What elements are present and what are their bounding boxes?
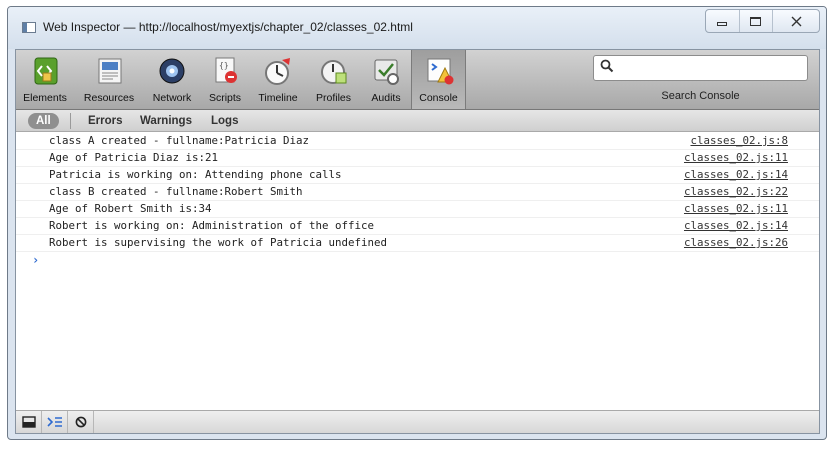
- console-icon: [427, 58, 453, 85]
- status-bar: [16, 410, 819, 433]
- tool-audits[interactable]: Audits: [361, 50, 411, 109]
- console-message: Robert is working on: Administration of …: [16, 218, 819, 235]
- tool-profiles[interactable]: Profiles: [306, 50, 361, 109]
- profiles-icon: [320, 60, 346, 84]
- web-inspector-window: Web Inspector — http://localhost/myextjs…: [7, 6, 827, 440]
- console-message: class A created - fullname:Patricia Diaz…: [16, 133, 819, 150]
- tool-label: Audits: [371, 92, 401, 104]
- search-input[interactable]: [593, 55, 808, 81]
- scope-warnings[interactable]: Warnings: [140, 113, 192, 129]
- tool-label: Profiles: [315, 92, 351, 104]
- console-toggle-button[interactable]: [42, 411, 68, 433]
- search-icon: [600, 59, 614, 73]
- dock-icon: [21, 416, 36, 428]
- console-output[interactable]: class A created - fullname:Patricia Diaz…: [16, 133, 819, 410]
- scope-errors[interactable]: Errors: [88, 113, 123, 129]
- tool-resources[interactable]: Resources: [74, 50, 144, 109]
- tool-label: Timeline: [258, 92, 298, 104]
- window-app-icon: [22, 22, 36, 33]
- resources-icon: [98, 58, 122, 84]
- dock-button[interactable]: [16, 411, 42, 433]
- search-label: Search Console: [661, 90, 740, 102]
- console-toggle-icon: [46, 417, 62, 427]
- message-text: Age of Robert Smith is:34: [49, 202, 212, 215]
- console-message: Robert is supervising the work of Patric…: [16, 235, 819, 252]
- clear-console-button[interactable]: [68, 411, 94, 433]
- console-prompt[interactable]: ›: [32, 253, 39, 267]
- message-text: Patricia is working on: Attending phone …: [49, 168, 342, 181]
- close-button[interactable]: [773, 10, 819, 32]
- source-link[interactable]: classes_02.js:11: [684, 201, 788, 217]
- tool-label: Resources: [83, 92, 135, 104]
- minimize-icon: [717, 21, 728, 26]
- source-link[interactable]: classes_02.js:11: [684, 150, 788, 166]
- tool-scripts[interactable]: {} Scripts: [200, 50, 250, 109]
- inspector-client: Elements Resources Network {} Scripts Ti…: [15, 49, 820, 434]
- source-link[interactable]: classes_02.js:26: [684, 235, 788, 251]
- tool-label: Network: [152, 92, 192, 104]
- source-link[interactable]: classes_02.js:8: [690, 133, 788, 149]
- maximize-icon: [750, 16, 762, 26]
- tool-label: Console: [419, 92, 458, 104]
- minimize-button[interactable]: [706, 10, 740, 32]
- scope-all[interactable]: All: [28, 113, 59, 129]
- console-message: class B created - fullname:Robert Smith …: [16, 184, 819, 201]
- source-link[interactable]: classes_02.js:14: [684, 218, 788, 234]
- message-text: Robert is working on: Administration of …: [49, 219, 375, 232]
- tool-timeline[interactable]: Timeline: [250, 50, 306, 109]
- console-message: Patricia is working on: Attending phone …: [16, 167, 819, 184]
- network-icon: [159, 58, 185, 84]
- svg-text:{}: {}: [219, 61, 229, 70]
- message-text: class B created - fullname:Robert Smith: [49, 185, 303, 198]
- elements-icon: [34, 57, 58, 85]
- message-text: Age of Patricia Diaz is:21: [49, 151, 219, 164]
- close-icon: [791, 16, 802, 26]
- scope-bar: All Errors Warnings Logs: [16, 110, 819, 132]
- tool-label: Scripts: [208, 92, 242, 104]
- audits-icon: [374, 59, 399, 85]
- tool-console[interactable]: Console: [411, 50, 466, 109]
- inspector-toolbar: Elements Resources Network {} Scripts Ti…: [16, 50, 819, 110]
- message-text: class A created - fullname:Patricia Diaz: [49, 134, 310, 147]
- tool-label: Elements: [23, 92, 67, 104]
- window-title: Web Inspector — http://localhost/myextjs…: [43, 20, 413, 34]
- window-controls: [705, 9, 820, 33]
- scripts-icon: {}: [215, 57, 237, 83]
- maximize-button[interactable]: [740, 10, 774, 32]
- console-message: Age of Robert Smith is:34 classes_02.js:…: [16, 201, 819, 218]
- message-text: Robert is supervising the work of Patric…: [49, 236, 388, 249]
- source-link[interactable]: classes_02.js:14: [684, 167, 788, 183]
- scope-divider: [70, 113, 71, 129]
- scope-logs[interactable]: Logs: [211, 113, 238, 129]
- title-bar[interactable]: Web Inspector — http://localhost/myextjs…: [8, 7, 826, 49]
- tool-network[interactable]: Network: [144, 50, 200, 109]
- clear-console-icon: [75, 416, 86, 428]
- source-link[interactable]: classes_02.js:22: [684, 184, 788, 200]
- timeline-icon: [265, 58, 290, 85]
- console-message: Age of Patricia Diaz is:21 classes_02.js…: [16, 150, 819, 167]
- tool-elements[interactable]: Elements: [16, 50, 74, 109]
